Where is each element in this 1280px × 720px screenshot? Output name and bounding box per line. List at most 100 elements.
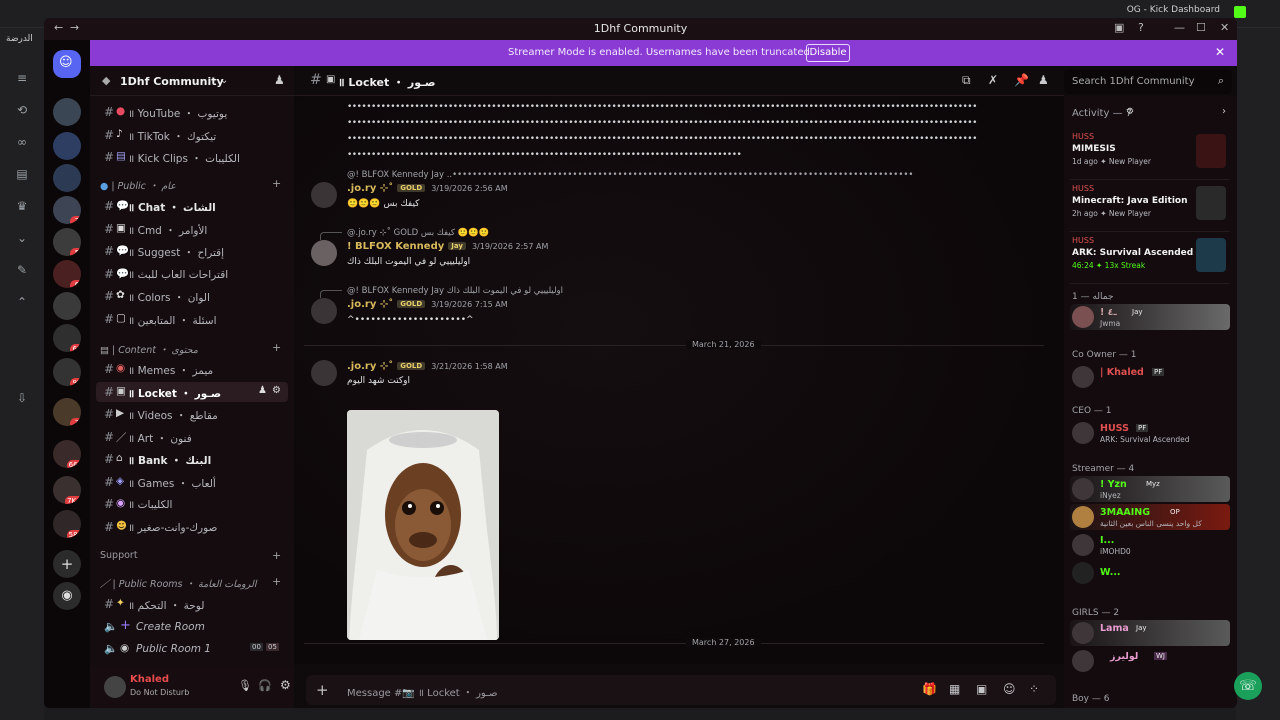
reply-preview[interactable]: @! BLFOX Kennedy Jay ..•••••••••••••••••… (347, 170, 1037, 180)
add-server-icon[interactable]: + (53, 550, 81, 578)
activity-card[interactable]: HUSS ARK: Survival Ascended 46:24 ✦ 13x … (1070, 236, 1230, 284)
server-icon[interactable] (53, 164, 81, 192)
member-item[interactable]: 3MAAING OP كل واحد ينسى الناس بعين الثان… (1070, 504, 1230, 530)
add-attachment-icon[interactable]: + (316, 681, 329, 699)
server-icon[interactable] (53, 98, 81, 126)
category-support[interactable]: Support + (100, 549, 281, 562)
member-list-icon[interactable]: ♟ (1038, 73, 1049, 87)
add-member-icon[interactable]: ♟ (274, 73, 285, 87)
add-channel-icon[interactable]: + (272, 575, 281, 588)
settings-gear-icon[interactable]: ⚙ (280, 678, 291, 692)
add-channel-icon[interactable]: + (272, 177, 281, 190)
server-folder-icon[interactable]: 664 (53, 440, 81, 468)
server-folder-icon[interactable]: 7K+ (53, 476, 81, 504)
minimize-icon[interactable]: — (1174, 21, 1185, 34)
member-item[interactable]: HUSS PF ARK: Survival Ascended (1070, 420, 1230, 446)
message-author[interactable]: .jo.ry ⊹˚ GOLD 3/19/2026 2:56 AM (347, 183, 508, 194)
gear-icon[interactable]: ⚙ (1126, 107, 1134, 117)
channel-tiktok[interactable]: # ♪ ॥ TikTok ・ تيكتوك (96, 125, 288, 145)
voice-create-room[interactable]: 🔈 + Create Room (96, 617, 288, 637)
server-icon[interactable]: 5 (53, 228, 81, 256)
wrench-icon[interactable]: ✎ (14, 262, 30, 278)
channel-youtube[interactable]: # ● ॥ YouTube ・ يوتيوب (96, 102, 288, 122)
server-folder-icon[interactable]: 581 (53, 510, 81, 538)
category-public[interactable]: ● | Public ・ عام + (100, 177, 281, 192)
pin-icon[interactable]: 📌 (1014, 73, 1029, 87)
avatar[interactable] (311, 240, 337, 266)
trophy-icon[interactable]: ♛ (14, 198, 30, 214)
activity-card[interactable]: HUSS Minecraft: Java Edition 2h ago ✦ Ne… (1070, 184, 1230, 232)
disable-button[interactable]: Disable (806, 44, 850, 62)
channel-memes[interactable]: # ◉ ॥ Memes ・ ميمز (96, 359, 288, 379)
reply-preview[interactable]: @.jo.ry ⊹˚ GOLD كيفك بس 🙂🙂🙂 (320, 228, 489, 240)
member-item[interactable]: ! Yzn Myz iNyez (1070, 476, 1230, 502)
channel-videos[interactable]: # ▶ ॥ Videos ・ مقاطع (96, 404, 288, 424)
inbox-icon[interactable]: ▣ (1114, 21, 1124, 34)
channel-games[interactable]: # ◈ ॥ Games ・ ألعاب (96, 472, 288, 492)
discover-icon[interactable]: ◉ (53, 582, 81, 610)
chevron-up-icon[interactable]: ⌃ (14, 294, 30, 310)
member-item[interactable]: | Khaled PF (1070, 364, 1230, 390)
search-box[interactable]: Search 1Dhf Community ⌕ (1064, 70, 1232, 94)
banner-close-icon[interactable]: ✕ (1215, 45, 1225, 59)
gear-icon[interactable]: ⚙ (272, 385, 281, 396)
channel-control-panel[interactable]: # ✦ ॥ لوحة ・ التحكم (96, 594, 288, 614)
apps-icon[interactable]: ⁘ (1029, 682, 1039, 696)
voice-public-room-1[interactable]: 🔈 ◉ Public Room 1 00 05 (96, 639, 288, 659)
channel-colors[interactable]: # ✿ ॥ Colors ・ الوان (96, 286, 288, 306)
maximize-icon[interactable]: ☐ (1196, 21, 1206, 34)
help-icon[interactable]: ? (1138, 21, 1144, 34)
server-folder-icon[interactable]: 3 (53, 398, 81, 426)
activity-card[interactable]: HUSS MIMESIS 1d ago ✦ New Player (1070, 132, 1230, 180)
browser-tab-title[interactable]: OG - Kick Dashboard (1127, 5, 1220, 15)
chevron-right-icon[interactable]: › (1222, 106, 1226, 117)
upload-icon[interactable]: ⇩ (14, 390, 30, 406)
avatar[interactable] (104, 676, 126, 698)
channel-childhood-photos[interactable]: # ☻ ॥ صورك-وانت-صغير (96, 517, 288, 537)
channel-questions[interactable]: # ▢ ॥ اسئلة ・ المتابعين (96, 309, 288, 329)
message-author[interactable]: .jo.ry ⊹˚ GOLD 3/21/2026 1:58 AM (347, 361, 508, 372)
support-chat-icon[interactable]: ☏ (1234, 672, 1262, 700)
gift-icon[interactable]: 🎁 (922, 682, 937, 696)
server-header[interactable]: ◆ 1Dhf Community ⌄ ♟ (90, 66, 294, 96)
invite-icon[interactable]: ♟ (258, 385, 267, 396)
channel-clips[interactable]: # ◉ ॥ الكليبات (96, 494, 288, 514)
menu-icon[interactable]: ≡ (14, 70, 30, 86)
channel-suggest[interactable]: # 💬 ॥ Suggest ・ إقتراح (96, 241, 288, 261)
member-item[interactable]: ! ـ٤ Jay Jwma (1070, 304, 1230, 330)
server-folder-icon[interactable]: 92 (53, 358, 81, 386)
link-icon[interactable]: ∞ (14, 134, 30, 150)
member-item[interactable]: لوليرز WJ (1070, 648, 1230, 674)
channel-bank[interactable]: # ⌂ ॥ Bank ・ البنك (96, 449, 288, 469)
history-icon[interactable]: ⟲ (14, 102, 30, 118)
channel-art[interactable]: # ／ ॥ Art ・ فنون (96, 427, 288, 447)
channel-locket[interactable]: # ▣ ॥ Locket ・ صـور ♟ ⚙ (96, 382, 288, 402)
member-item[interactable]: I... iMOHD0 (1070, 532, 1230, 558)
close-icon[interactable]: ✕ (1220, 21, 1229, 34)
chevron-down-icon[interactable]: ⌄ (14, 230, 30, 246)
microphone-icon[interactable]: 🎙 (238, 679, 252, 692)
server-icon[interactable]: 3 (53, 196, 81, 224)
server-icon[interactable] (53, 132, 81, 160)
discord-home-icon[interactable]: ☺ (53, 50, 81, 78)
channel-game-suggestions[interactable]: # 💬 ॥ اقتراحات العاب للبث (96, 264, 288, 284)
threads-icon[interactable]: ⧉ (962, 73, 971, 88)
book-icon[interactable]: ▤ (14, 166, 30, 182)
avatar[interactable] (311, 298, 337, 324)
channel-kick-clips[interactable]: # ▤ ॥ Kick Clips ・ الكليبات (96, 147, 288, 167)
image-attachment[interactable] (347, 410, 499, 640)
channel-chat[interactable]: # 💬 ॥ Chat ・ الشات (96, 196, 288, 216)
category-public-rooms[interactable]: ／ | Public Rooms ・ الرومات العامة + (100, 575, 281, 590)
message-author[interactable]: .jo.ry ⊹˚ GOLD 3/19/2026 7:15 AM (347, 299, 508, 310)
emoji-icon[interactable]: ☺ (1003, 682, 1016, 696)
server-icon[interactable] (53, 292, 81, 320)
server-icon[interactable]: 6 (53, 260, 81, 288)
category-content[interactable]: ▤ | Content ・ محتوى + (100, 341, 281, 356)
add-channel-icon[interactable]: + (272, 549, 281, 562)
mute-bell-icon[interactable]: ✗ (988, 73, 998, 87)
avatar[interactable] (311, 182, 337, 208)
headset-icon[interactable]: 🎧 (258, 679, 272, 692)
message-author[interactable]: ! BLFOX Kennedy Jay 3/19/2026 2:57 AM (347, 241, 548, 252)
avatar[interactable] (311, 360, 337, 386)
sticker-icon[interactable]: ▣ (976, 682, 987, 696)
